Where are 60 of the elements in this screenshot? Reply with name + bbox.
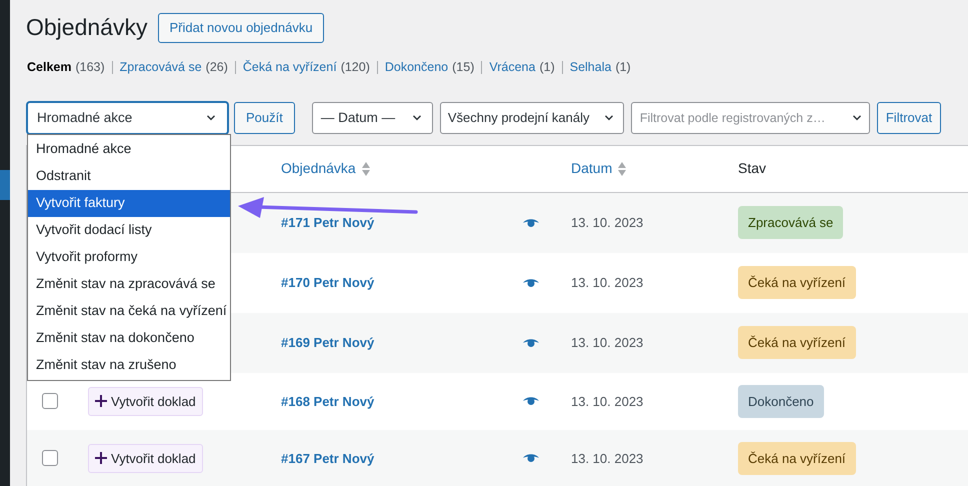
order-date: 13. 10. 2023 (571, 335, 644, 350)
status-count: (1) (539, 59, 555, 76)
menu-option[interactable]: Změnit stav na čeká na vyřízení (28, 298, 230, 325)
status-filter-link[interactable]: Selhala (570, 58, 612, 77)
plus-icon (95, 452, 107, 464)
status-count: (26) (206, 59, 228, 76)
order-date: 13. 10. 2023 (571, 450, 644, 466)
order-status: Čeká na vyřízení (738, 266, 856, 300)
menu-option[interactable]: Vytvořit proformy (28, 244, 230, 271)
order-link[interactable]: #170 Petr Nový (281, 275, 374, 290)
filter-button[interactable]: Filtrovat (876, 102, 942, 134)
status-count: (15) (452, 59, 474, 76)
row-checkbox[interactable] (42, 393, 58, 410)
status-filter-link[interactable]: Zpracovává se (120, 58, 202, 77)
status-filter-link[interactable]: Dokončeno (384, 58, 448, 77)
order-date: 13. 10. 2023 (571, 215, 644, 230)
channel-select[interactable]: Všechny prodejní kanály (440, 102, 624, 134)
status-filter-link[interactable]: Vrácena (489, 58, 536, 77)
page-title: Objednávky (26, 13, 148, 42)
order-status: Zpracovává se (738, 206, 844, 240)
eye-icon[interactable] (523, 278, 539, 288)
eye-icon[interactable] (523, 396, 539, 406)
status-count: (1) (615, 59, 631, 76)
bulk-actions-select[interactable]: Hromadné akce (27, 102, 228, 134)
menu-option[interactable]: Hromadné akce (28, 136, 230, 163)
menu-option[interactable]: Vytvořit dodací listy (28, 217, 230, 244)
eye-icon[interactable] (523, 453, 539, 464)
menu-option[interactable]: Změnit stav na dokončeno (28, 325, 230, 352)
eye-icon[interactable] (523, 338, 539, 348)
sort-icon (618, 162, 626, 176)
row-checkbox[interactable] (42, 450, 58, 466)
order-link[interactable]: #169 Petr Nový (281, 335, 374, 350)
status-count: (163) (75, 59, 105, 76)
order-date: 13. 10. 2023 (571, 275, 644, 290)
column-header: Stav (738, 160, 766, 176)
create-document-button[interactable]: Vytvořit doklad (88, 386, 203, 416)
menu-option[interactable]: Vytvořit faktury (28, 190, 230, 217)
apply-button[interactable]: Použít (234, 102, 295, 134)
column-header-link[interactable]: Datum (571, 158, 612, 180)
add-order-button[interactable]: Přidat novou objednávku (158, 12, 324, 42)
order-link[interactable]: #168 Petr Nový (281, 394, 374, 408)
order-link[interactable]: #171 Petr Nový (281, 215, 374, 230)
customer-filter-field[interactable]: Filtrovat podle registrovaných z… (630, 102, 870, 134)
sort-icon (362, 162, 370, 176)
menu-option[interactable]: Změnit stav na zrušeno (28, 352, 230, 379)
order-status: Čeká na vyřízení (738, 326, 856, 360)
order-status: Čeká na vyřízení (738, 442, 856, 475)
column-header-link[interactable]: Objednávka (281, 158, 356, 180)
order-link[interactable]: #167 Petr Nový (281, 450, 374, 466)
order-date: 13. 10. 2023 (571, 394, 644, 408)
date-select[interactable]: — Datum — (312, 102, 433, 134)
order-status: Dokončeno (738, 384, 824, 418)
menu-option[interactable]: Odstranit (28, 163, 230, 190)
status-count: (120) (340, 59, 370, 76)
status-filter-link[interactable]: Celkem (27, 58, 72, 77)
eye-icon[interactable] (523, 218, 539, 228)
menu-option[interactable]: Změnit stav na zpracovává se (28, 271, 230, 298)
plus-icon (95, 395, 107, 408)
create-document-button[interactable]: Vytvořit doklad (88, 444, 203, 473)
status-filter-link[interactable]: Čeká na vyřízení (242, 58, 337, 77)
